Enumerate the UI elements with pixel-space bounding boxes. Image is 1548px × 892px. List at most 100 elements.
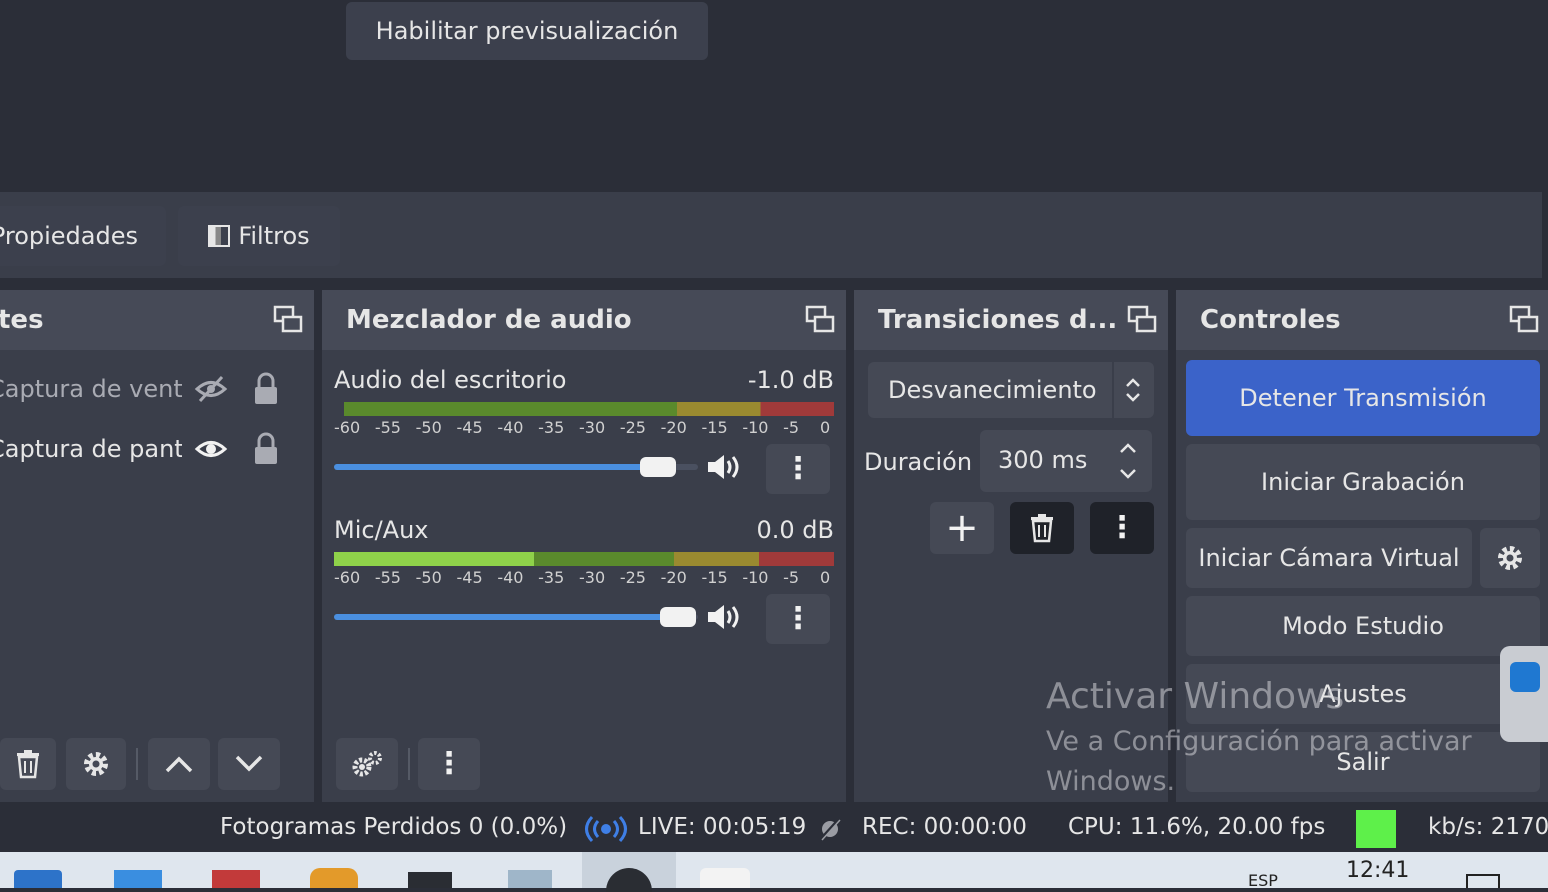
eye-icon[interactable]: [194, 434, 228, 464]
undock-icon[interactable]: [272, 304, 304, 336]
undock-icon[interactable]: [1508, 304, 1540, 336]
controls-header: Controles: [1176, 290, 1548, 350]
broadcast-icon: [585, 815, 627, 843]
meter-tick-label: -30: [579, 568, 606, 587]
virtual-camera-settings-button[interactable]: [1480, 528, 1540, 588]
meter-tick-label: 0: [820, 568, 831, 587]
mixer-header: Mezclador de audio: [322, 290, 846, 350]
teamviewer-tab[interactable]: [1500, 646, 1548, 742]
meter-tick-label: -60: [334, 568, 361, 587]
gears-icon: [352, 751, 382, 777]
move-down-button[interactable]: [218, 738, 280, 790]
source-label: Captura de pant: [0, 435, 182, 463]
plus-icon: +: [945, 505, 979, 551]
speaker-icon[interactable]: [706, 602, 742, 632]
taskbar-app-icon[interactable]: [408, 872, 452, 888]
meter-tick-label: -55: [374, 418, 401, 437]
filters-label: Filtros: [238, 222, 310, 250]
meter-tick-label: -45: [456, 418, 483, 437]
advanced-audio-button[interactable]: [336, 738, 398, 790]
meter-ticks: -60 -55 -50 -45 -40 -35 -30 -25 -20 -15 -10 -5 0: [334, 418, 834, 440]
undock-icon[interactable]: [1126, 304, 1158, 336]
meter-tick-label: -25: [619, 418, 646, 437]
bitrate: kb/s: 2170: [1428, 814, 1548, 840]
eye-hidden-icon[interactable]: [194, 374, 228, 404]
source-label: Captura de venta: [0, 375, 182, 403]
properties-button[interactable]: Propiedades: [0, 206, 166, 266]
meter-tick-label: -5: [783, 418, 800, 437]
volume-meter: [334, 552, 834, 566]
move-up-button[interactable]: [148, 738, 210, 790]
updown-icon[interactable]: [1118, 440, 1138, 482]
duration-label: Duración: [864, 448, 973, 476]
divider: [408, 748, 410, 780]
studio-mode-button[interactable]: Modo Estudio: [1186, 596, 1540, 656]
taskbar-app-icon[interactable]: [310, 868, 358, 888]
chevron-down-icon: [235, 755, 263, 772]
sources-title: tes: [0, 305, 44, 335]
sources-header: tes: [0, 290, 314, 350]
channel-menu-button[interactable]: ⋮: [766, 594, 830, 644]
meter-tick-label: -50: [415, 568, 442, 587]
volume-slider[interactable]: [334, 607, 698, 627]
virtual-camera-button[interactable]: Iniciar Cámara Virtual: [1186, 528, 1472, 588]
start-recording-button[interactable]: Iniciar Grabación: [1186, 444, 1540, 520]
language-indicator[interactable]: ESP: [1248, 874, 1278, 888]
taskbar-app-icon[interactable]: [114, 870, 162, 888]
meter-tick-label: -35: [538, 568, 565, 587]
activation-watermark-line: Ve a Configuración para activar: [1046, 726, 1472, 757]
taskbar-app-obs-active[interactable]: [582, 852, 676, 892]
transition-select[interactable]: Desvanecimiento: [868, 362, 1154, 418]
properties-label: Propiedades: [0, 222, 138, 250]
taskbar-app-icon[interactable]: [700, 868, 750, 888]
meter-tick-label: -35: [538, 418, 565, 437]
speaker-icon[interactable]: [706, 452, 742, 482]
volume-meter: [344, 402, 834, 416]
divider: [1112, 362, 1114, 418]
list-item[interactable]: Captura de venta: [0, 364, 300, 414]
remove-transition-button[interactable]: [1010, 502, 1074, 554]
dropped-frames: Fotogramas Perdidos 0 (0.0%): [220, 814, 568, 840]
preview-area: [0, 0, 1548, 190]
transitions-header: Transiciones d...: [854, 290, 1168, 350]
stop-stream-button[interactable]: Detener Transmisión: [1186, 360, 1540, 436]
list-item[interactable]: Captura de pant: [0, 424, 300, 474]
lock-icon[interactable]: [252, 432, 280, 466]
chevron-up-icon: [165, 756, 193, 773]
vertical-dots-icon: ⋮: [783, 451, 813, 486]
rec-time: REC: 00:00:00: [862, 814, 1027, 840]
vertical-dots-icon: ⋮: [783, 601, 813, 636]
meter-tick-label: -10: [742, 418, 769, 437]
audio-mixer-dock: Mezclador de audio Audio del escritorio …: [322, 290, 846, 802]
taskbar-app-icon[interactable]: [508, 870, 552, 888]
cpu-usage: CPU: 11.6%, 20.00 fps: [1068, 814, 1326, 840]
channel-db: -1.0 dB: [747, 366, 834, 394]
channel-name: Audio del escritorio: [334, 366, 567, 394]
vertical-dots-icon: ⋮: [1107, 510, 1137, 545]
source-properties-button[interactable]: [66, 738, 126, 790]
notification-icon[interactable]: [1466, 874, 1500, 888]
enable-preview-button[interactable]: Habilitar previsualización: [346, 2, 708, 60]
divider: [136, 748, 138, 780]
lock-icon[interactable]: [252, 372, 280, 406]
taskbar-app-icon[interactable]: [14, 870, 62, 888]
taskbar-app-icon[interactable]: [212, 870, 260, 888]
slider-handle[interactable]: [640, 457, 676, 477]
activation-watermark-line: Windows.: [1046, 766, 1176, 797]
gear-icon: [84, 752, 108, 776]
slider-handle[interactable]: [660, 607, 696, 627]
undock-icon[interactable]: [804, 304, 836, 336]
remove-source-button[interactable]: [0, 738, 56, 790]
add-transition-button[interactable]: +: [930, 502, 994, 554]
filters-button[interactable]: Filtros: [178, 206, 340, 266]
transition-menu-button[interactable]: ⋮: [1090, 502, 1154, 554]
meter-tick-label: -5: [783, 568, 800, 587]
volume-slider[interactable]: [334, 457, 698, 477]
mixer-menu-button[interactable]: ⋮: [418, 738, 480, 790]
meter-tick-label: -50: [415, 418, 442, 437]
meter-tick-label: -25: [619, 568, 646, 587]
duration-spinbox[interactable]: 300 ms: [980, 430, 1152, 492]
meter-tick-label: 0: [820, 418, 831, 437]
channel-menu-button[interactable]: ⋮: [766, 444, 830, 494]
taskbar-clock[interactable]: 12:41: [1346, 858, 1409, 883]
